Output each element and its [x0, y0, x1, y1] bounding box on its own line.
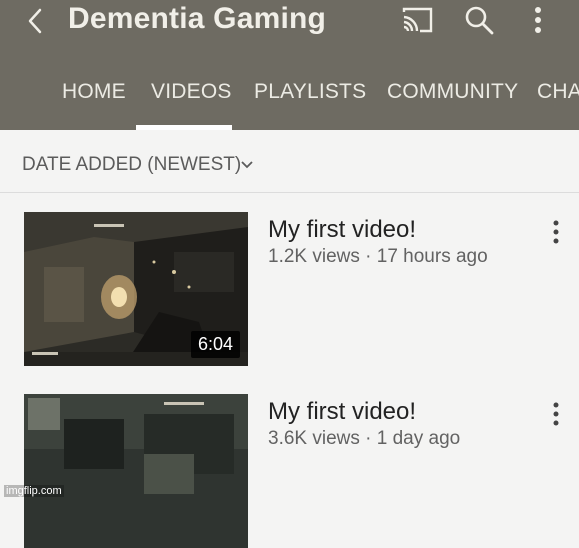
video-thumbnail-image — [24, 394, 248, 548]
channel-title: Dementia Gaming — [68, 2, 327, 35]
tab-videos[interactable]: VIDEOS — [151, 80, 232, 104]
video-more-icon[interactable] — [548, 400, 564, 430]
video-meta: 1.2K views · 17 hours ago — [268, 246, 488, 267]
tab-community[interactable]: COMMUNITY — [387, 80, 518, 104]
tab-home[interactable]: HOME — [62, 80, 126, 104]
sort-label[interactable]: DATE ADDED (NEWEST) — [22, 154, 241, 176]
app-bar: Dementia Gaming HOME VIDEOS PLAYLISTS CO… — [0, 0, 579, 130]
search-icon[interactable] — [462, 4, 496, 36]
watermark: imgflip.com — [4, 485, 64, 497]
video-thumbnail[interactable] — [24, 394, 248, 548]
back-icon[interactable] — [22, 4, 52, 38]
video-duration: 6:04 — [190, 331, 240, 358]
more-vert-icon[interactable] — [528, 4, 548, 36]
video-thumbnail[interactable]: 6:04 — [24, 212, 248, 366]
sort-bar[interactable]: DATE ADDED (NEWEST) — [0, 130, 579, 193]
tab-playlists[interactable]: PLAYLISTS — [254, 80, 366, 104]
cast-icon[interactable] — [400, 6, 434, 34]
chevron-down-icon[interactable] — [240, 160, 254, 170]
channel-tabs: HOME VIDEOS PLAYLISTS COMMUNITY CHA — [0, 62, 579, 130]
video-title[interactable]: My first video! — [268, 398, 416, 426]
video-meta: 3.6K views · 1 day ago — [268, 428, 461, 449]
tab-channels[interactable]: CHA — [537, 80, 579, 104]
video-title[interactable]: My first video! — [268, 216, 416, 244]
video-more-icon[interactable] — [548, 218, 564, 248]
